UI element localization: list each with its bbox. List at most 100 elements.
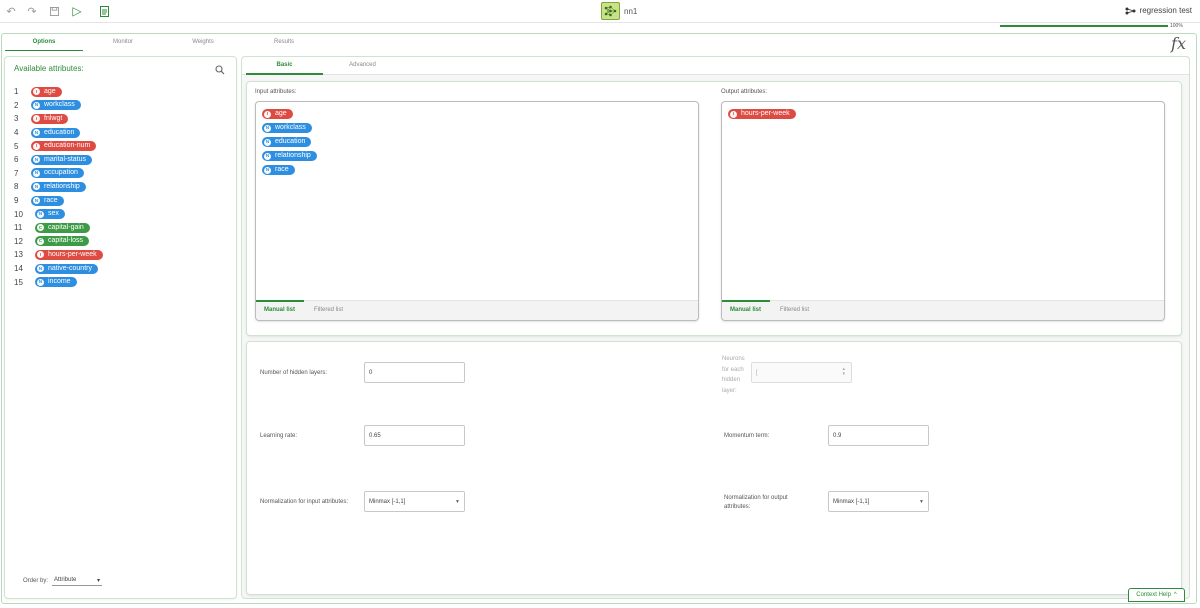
attribute-type-badge: I <box>33 142 40 150</box>
attribute-pill[interactable]: Neducation <box>262 137 312 147</box>
output-attributes-box[interactable]: Ihours-per-week Manual list Filtered lis… <box>721 101 1165 321</box>
spinner-icon: ▴ ▾ <box>842 366 845 377</box>
attribute-name: income <box>48 278 71 286</box>
project-indicator[interactable]: regression test <box>1125 6 1192 15</box>
norm-input-select[interactable]: Minmax [-1,1] ▼ <box>364 491 465 512</box>
attribute-pill[interactable]: Nnative-country <box>35 263 98 274</box>
attribute-name: marital-status <box>44 155 87 163</box>
list-item[interactable]: 7 Noccupation <box>14 167 103 181</box>
chevron-down-icon: ▼ <box>455 499 460 505</box>
list-item[interactable]: 1 Iage <box>14 85 103 99</box>
attribute-pill[interactable]: Iage <box>262 109 293 119</box>
attribute-index: 11 <box>14 223 23 233</box>
attribute-name: relationship <box>44 182 80 190</box>
list-item[interactable]: 11 Ccapital-gain <box>14 221 103 235</box>
progress-bar <box>1000 25 1168 27</box>
norm-input-label: Normalization for input attributes: <box>260 499 349 505</box>
list-item[interactable]: 8 Nrelationship <box>14 180 103 194</box>
output-list-tabs: Manual list Filtered list <box>722 300 1164 320</box>
attribute-pill[interactable]: Ifnlwgt <box>31 113 69 124</box>
learning-rate-input[interactable]: 0.65 <box>364 425 465 446</box>
input-tab-manual-list[interactable]: Manual list <box>264 307 295 313</box>
norm-output-label-line: Normalization for output <box>724 495 788 501</box>
undo-icon[interactable]: ↶ <box>5 5 17 18</box>
neurons-label: Neurons for each hidden layer: <box>722 354 745 396</box>
report-icon[interactable] <box>98 5 110 17</box>
norm-output-select[interactable]: Minmax [-1,1] ▼ <box>828 491 929 512</box>
context-help-button[interactable]: Context Help ^ <box>1128 588 1185 602</box>
list-item[interactable]: 15 Nincome <box>14 275 103 289</box>
list-item[interactable]: 6 Nmarital-status <box>14 153 103 167</box>
attribute-name: hours-per-week <box>741 110 790 117</box>
tab-results[interactable]: Results <box>245 39 323 45</box>
save-icon[interactable] <box>48 5 60 17</box>
momentum-input[interactable]: 0.9 <box>828 425 929 446</box>
attribute-pill[interactable]: Nrace <box>31 195 64 206</box>
attribute-name: sex <box>48 210 59 218</box>
list-item[interactable]: 4 Neducation <box>14 126 103 140</box>
attribute-pill[interactable]: Ccapital-loss <box>35 236 90 247</box>
attribute-pill[interactable]: Nrelationship <box>31 181 86 192</box>
list-item[interactable]: 5 Ieducation-num <box>14 139 103 153</box>
search-icon[interactable] <box>215 65 225 75</box>
list-item[interactable]: 2 Nworkclass <box>14 99 103 113</box>
attribute-type-badge: N <box>33 129 40 137</box>
subtab-active-indicator <box>246 73 323 75</box>
order-by-select[interactable]: Attribute ▾ <box>52 575 103 586</box>
hidden-layers-label: Number of hidden layers: <box>260 370 328 376</box>
tab-monitor[interactable]: Monitor <box>84 39 162 45</box>
attribute-name: age <box>44 87 56 95</box>
norm-output-value: Minmax [-1,1] <box>833 499 870 505</box>
neural-network-task-icon <box>601 2 620 20</box>
attribute-pill[interactable]: Noccupation <box>31 168 84 179</box>
input-tab-active-indicator <box>256 300 304 302</box>
attribute-pill[interactable]: Nrelationship <box>262 151 317 161</box>
input-tab-filtered-list[interactable]: Filtered list <box>314 307 343 313</box>
progress-label: 100% <box>1170 23 1183 29</box>
available-attributes-panel: Available attributes: 1 Iage 2 Nworkclass 3 I… <box>4 56 237 599</box>
attribute-pill[interactable]: Nrace <box>262 165 295 175</box>
attribute-name: relationship <box>275 152 311 159</box>
formula-icon[interactable]: fx <box>1171 34 1186 53</box>
neurons-label-line: hidden <box>722 377 741 383</box>
tab-weights[interactable]: Weights <box>164 39 242 45</box>
attribute-name: native-country <box>48 264 92 272</box>
progress-fill <box>1000 25 1168 27</box>
attribute-pill[interactable]: Nworkclass <box>262 123 312 133</box>
hidden-layers-input[interactable]: 0 <box>364 362 465 383</box>
output-tab-manual-list[interactable]: Manual list <box>730 307 761 313</box>
attribute-pill[interactable]: Ieducation-num <box>31 141 97 152</box>
neurons-label-line: Neurons <box>722 356 745 362</box>
input-attributes-box[interactable]: Iage Nworkclass Neducation Nrelationship Nra… <box>255 101 699 321</box>
list-item[interactable]: 3 Ifnlwgt <box>14 112 103 126</box>
attribute-pill[interactable]: Iage <box>31 86 62 97</box>
run-icon[interactable]: ▷ <box>71 4 83 18</box>
attribute-index: 13 <box>14 250 23 260</box>
attribute-pill[interactable]: Neducation <box>31 127 81 138</box>
attribute-pill[interactable]: Ccapital-gain <box>35 222 90 233</box>
attribute-index: 12 <box>14 236 23 246</box>
attribute-pill[interactable]: Ihours-per-week <box>728 109 796 119</box>
redo-icon[interactable]: ↷ <box>26 5 38 18</box>
project-name: regression test <box>1139 6 1192 15</box>
list-item[interactable]: 10 Nsex <box>14 207 103 221</box>
attribute-pill[interactable]: Nmarital-status <box>31 154 93 165</box>
tab-advanced[interactable]: Advanced <box>324 62 401 68</box>
options-panel: Basic Advanced Input attributes: Iage Nwo… <box>241 56 1190 599</box>
attribute-pill[interactable]: Ihours-per-week <box>35 249 103 260</box>
attribute-pill[interactable]: Nincome <box>35 277 77 288</box>
list-item[interactable]: 9 Nrace <box>14 194 103 208</box>
attribute-index: 1 <box>14 87 19 97</box>
attribute-index: 2 <box>14 100 19 110</box>
list-item[interactable]: 12 Ccapital-loss <box>14 235 103 249</box>
tab-basic[interactable]: Basic <box>246 62 323 68</box>
output-tab-filtered-list[interactable]: Filtered list <box>780 307 809 313</box>
attribute-pill[interactable]: Nsex <box>35 209 65 220</box>
list-item[interactable]: 13 Ihours-per-week <box>14 248 103 262</box>
list-item[interactable]: 14 Nnative-country <box>14 262 103 276</box>
parameters-card: Number of hidden layers: 0 Neurons for e… <box>246 341 1182 595</box>
attribute-type-badge: I <box>730 110 737 118</box>
tab-options[interactable]: Options <box>5 39 83 45</box>
momentum-label: Momentum term: <box>724 433 770 439</box>
attribute-pill[interactable]: Nworkclass <box>31 100 81 111</box>
